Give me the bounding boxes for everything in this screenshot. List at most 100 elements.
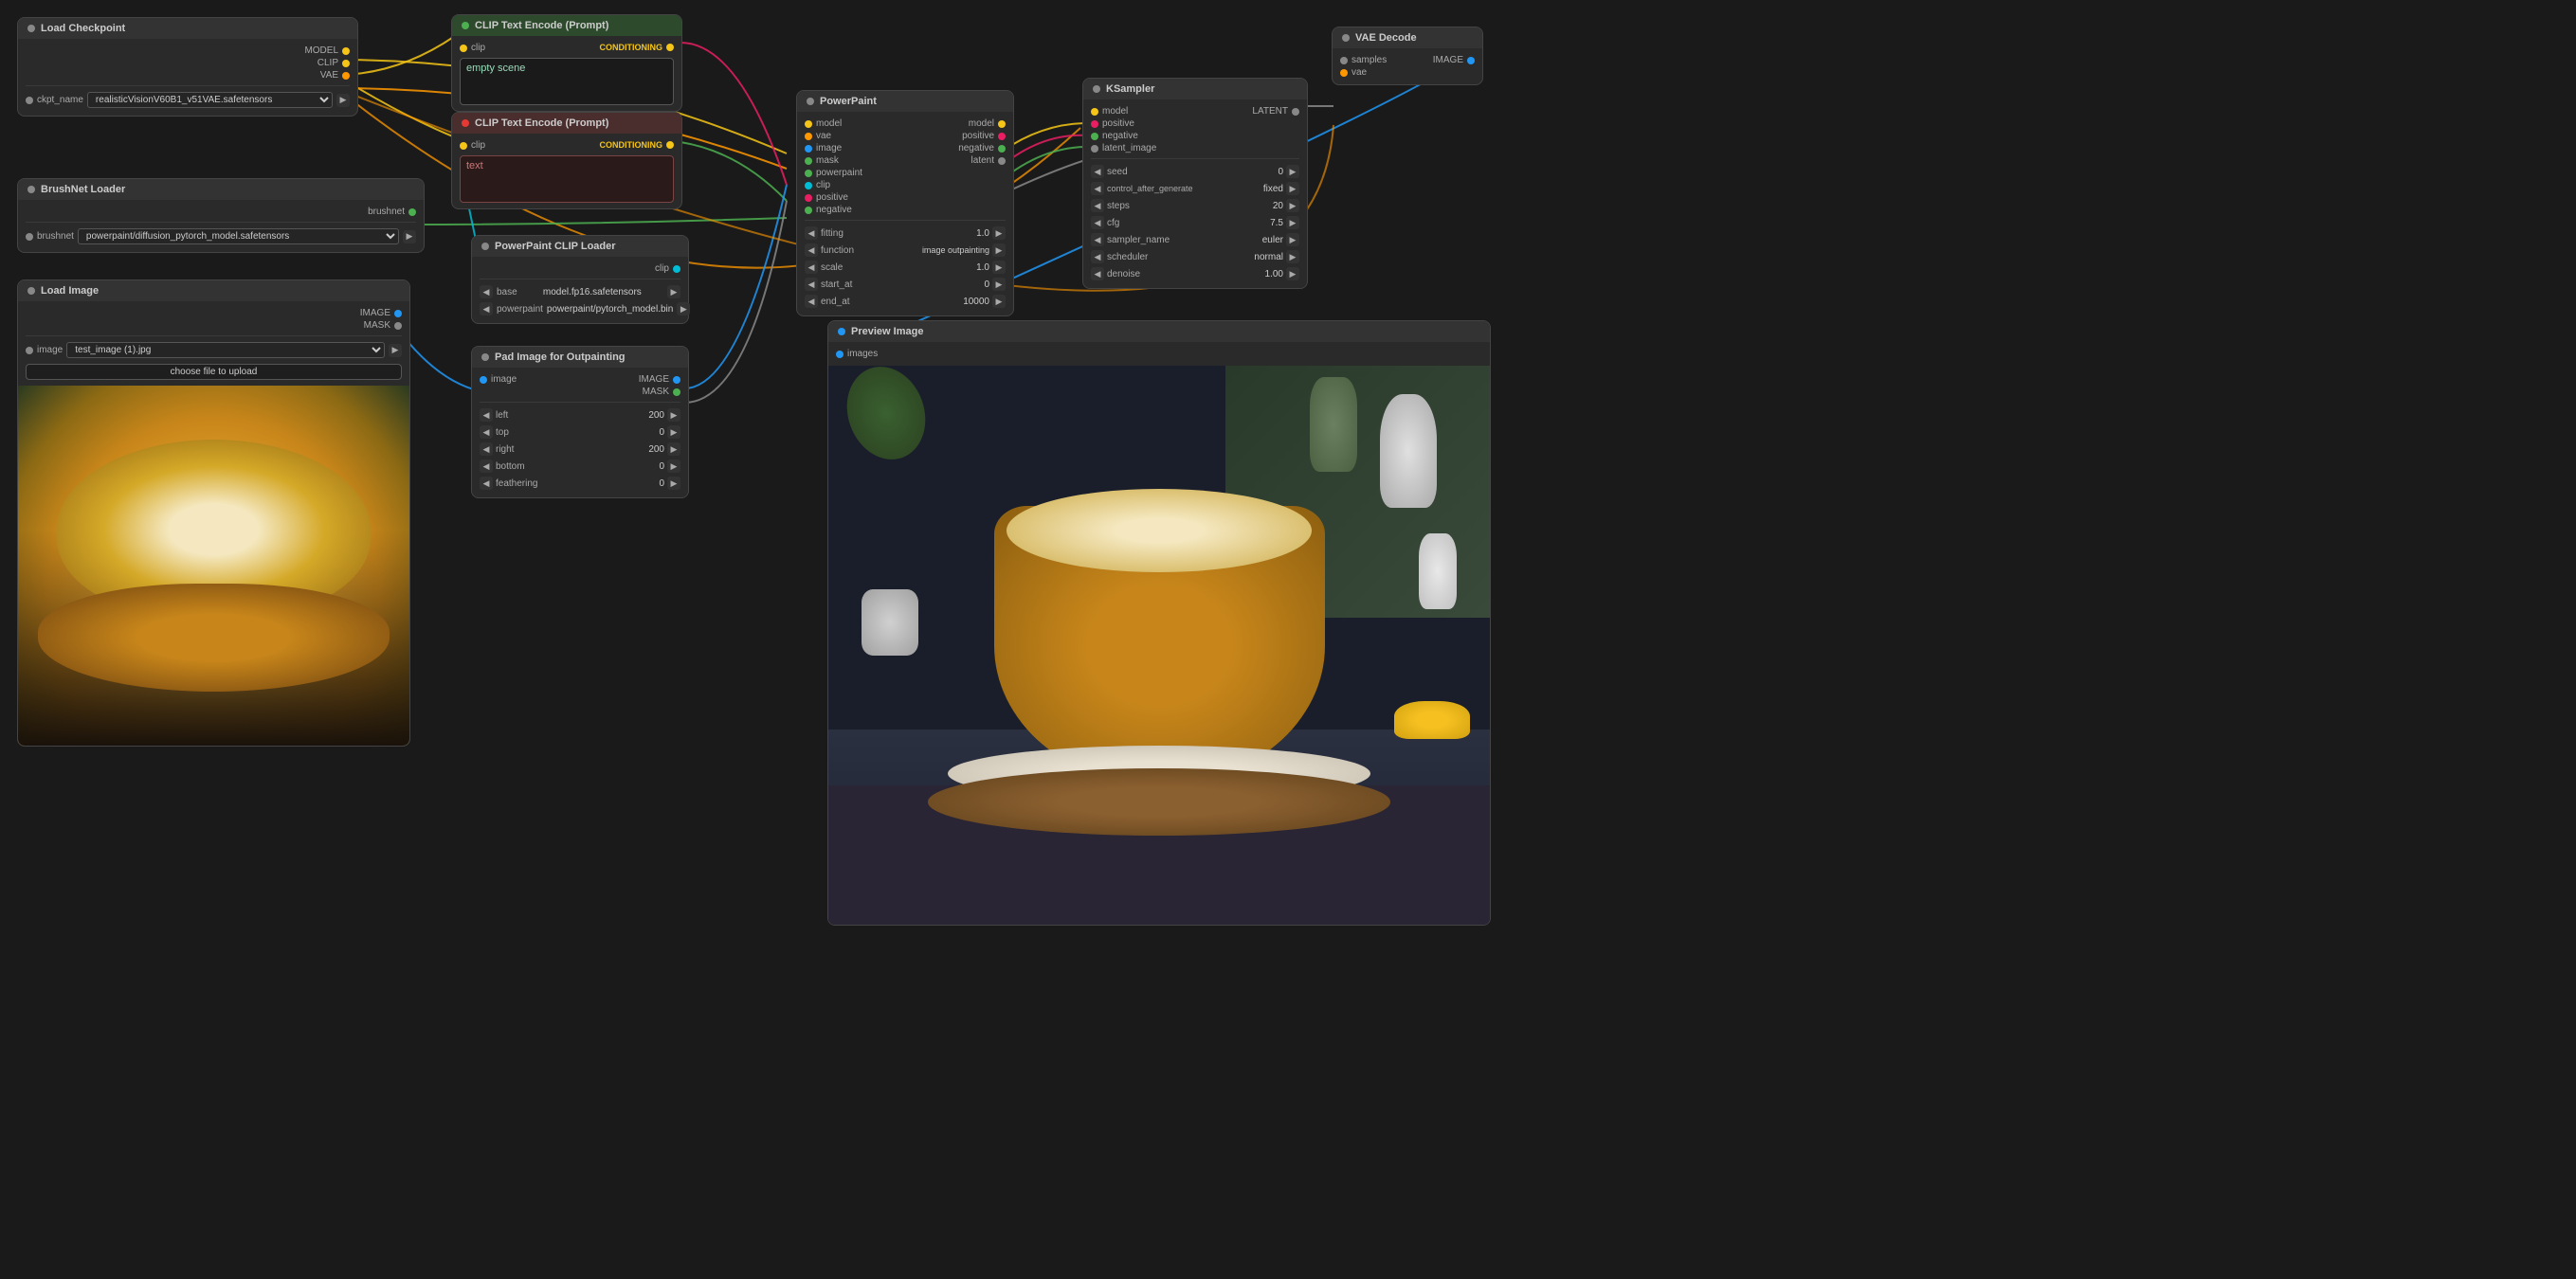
ks-pos-in-row: positive — [1091, 117, 1134, 130]
pad-left-left[interactable]: ◀ — [480, 408, 493, 422]
ckpt-input-port[interactable] — [26, 97, 33, 104]
ks-latent-out-port[interactable] — [1292, 108, 1299, 116]
pp-base-left[interactable]: ◀ — [480, 285, 493, 298]
pad-image-out-port[interactable] — [673, 376, 680, 384]
pp-scale-right[interactable]: ▶ — [992, 261, 1006, 274]
image-in-port[interactable] — [26, 347, 33, 354]
pp-ppaint-in-port[interactable] — [805, 170, 812, 177]
pp-model-in-port[interactable] — [805, 120, 812, 128]
pp-scale-left[interactable]: ◀ — [805, 261, 818, 274]
pad-image-title: Pad Image for Outpainting — [495, 351, 626, 363]
clip1-cond-port[interactable] — [666, 44, 674, 51]
pad-bottom-right[interactable]: ▶ — [667, 459, 680, 473]
ks-cag-right[interactable]: ▶ — [1286, 182, 1299, 195]
pad-right-right[interactable]: ▶ — [667, 442, 680, 456]
pp-function-left[interactable]: ◀ — [805, 243, 818, 257]
pad-right-left[interactable]: ◀ — [480, 442, 493, 456]
pp-end-right[interactable]: ▶ — [992, 295, 1006, 308]
ks-steps-row: ◀ steps 20 ▶ — [1091, 197, 1299, 214]
ks-steps-left[interactable]: ◀ — [1091, 199, 1104, 212]
vd-image-out-port[interactable] — [1467, 57, 1475, 64]
clip2-cond-port[interactable] — [666, 141, 674, 149]
image-select[interactable]: test_image (1).jpg — [66, 342, 385, 358]
pp-positive-out-port[interactable] — [998, 133, 1006, 140]
pp-fitting-right[interactable]: ▶ — [992, 226, 1006, 240]
ks-latent-in-port[interactable] — [1091, 145, 1098, 153]
pp-model-out-port[interactable] — [998, 120, 1006, 128]
pp-start-right[interactable]: ▶ — [992, 278, 1006, 291]
image-arrow[interactable]: ▶ — [389, 344, 402, 357]
node-status-dot — [27, 25, 35, 32]
mask-out-port[interactable] — [394, 322, 402, 330]
ckpt-select[interactable]: realisticVisionV60B1_v51VAE.safetensors — [87, 92, 333, 108]
pi-images-in-port[interactable] — [836, 351, 844, 358]
ks-seed-right[interactable]: ▶ — [1286, 165, 1299, 178]
ks-sampler-right[interactable]: ▶ — [1286, 233, 1299, 246]
pp-clip-in-port[interactable] — [805, 182, 812, 189]
ks-steps-right[interactable]: ▶ — [1286, 199, 1299, 212]
ks-cfg-left[interactable]: ◀ — [1091, 216, 1104, 229]
pp-positive-in-port[interactable] — [805, 194, 812, 202]
vae-decode-status-dot — [1342, 34, 1350, 42]
vd-vae-in-port[interactable] — [1340, 69, 1348, 77]
brushnet-arrow[interactable]: ▶ — [403, 230, 416, 243]
pp-clip-out-port[interactable] — [673, 265, 680, 273]
vd-samples-in-port[interactable] — [1340, 57, 1348, 64]
ks-cfg-right[interactable]: ▶ — [1286, 216, 1299, 229]
ks-scheduler-right[interactable]: ▶ — [1286, 250, 1299, 263]
pp-pp-left[interactable]: ◀ — [480, 302, 493, 315]
pad-image-in-port[interactable] — [480, 376, 487, 384]
pp-clip-out-row: clip — [655, 262, 680, 275]
pp-fitting-left[interactable]: ◀ — [805, 226, 818, 240]
ks-denoise-left[interactable]: ◀ — [1091, 267, 1104, 280]
upload-button[interactable]: choose file to upload — [26, 364, 402, 380]
clip1-status-dot — [462, 22, 469, 29]
ks-cag-left[interactable]: ◀ — [1091, 182, 1104, 195]
ks-sampler-left[interactable]: ◀ — [1091, 233, 1104, 246]
pad-feathering-right[interactable]: ▶ — [667, 477, 680, 490]
vae-output-port[interactable] — [342, 72, 350, 80]
pp-vae-in-port[interactable] — [805, 133, 812, 140]
clip2-text[interactable]: text — [460, 155, 674, 203]
pp-function-right[interactable]: ▶ — [992, 243, 1006, 257]
ks-denoise-value: 1.00 — [1255, 269, 1283, 279]
clip1-text[interactable]: empty scene — [460, 58, 674, 105]
pp-negative-out-port[interactable] — [998, 145, 1006, 153]
pp-base-right[interactable]: ▶ — [667, 285, 680, 298]
brushnet-select[interactable]: powerpaint/diffusion_pytorch_model.safet… — [78, 228, 399, 244]
pad-image-out-row: IMAGE — [639, 373, 680, 386]
clip2-in-port[interactable] — [460, 142, 467, 150]
pad-mask-out-port[interactable] — [673, 388, 680, 396]
ks-seed-left[interactable]: ◀ — [1091, 165, 1104, 178]
ks-scheduler-left[interactable]: ◀ — [1091, 250, 1104, 263]
pp-mask-in-port[interactable] — [805, 157, 812, 165]
image-out-port[interactable] — [394, 310, 402, 317]
clip-output-port[interactable] — [342, 60, 350, 67]
ks-pos-in-port[interactable] — [1091, 120, 1098, 128]
brushnet-output-row: brushnet — [368, 206, 416, 218]
ckpt-arrow[interactable]: ▶ — [336, 94, 350, 107]
brushnet-in-port[interactable] — [26, 233, 33, 241]
model-output-port[interactable] — [342, 47, 350, 55]
ks-seed-row: ◀ seed 0 ▶ — [1091, 163, 1299, 180]
pad-left-right[interactable]: ▶ — [667, 408, 680, 422]
pad-top-left[interactable]: ◀ — [480, 425, 493, 439]
pp-image-in-port[interactable] — [805, 145, 812, 153]
pad-top-right[interactable]: ▶ — [667, 425, 680, 439]
pp-negative-in-port[interactable] — [805, 207, 812, 214]
pad-feathering-left[interactable]: ◀ — [480, 477, 493, 490]
vae-decode-header: VAE Decode — [1333, 27, 1482, 48]
pp-latent-out-port[interactable] — [998, 157, 1006, 165]
ks-denoise-right[interactable]: ▶ — [1286, 267, 1299, 280]
brushnet-out-port[interactable] — [408, 208, 416, 216]
pp-start-left[interactable]: ◀ — [805, 278, 818, 291]
pad-bottom-left[interactable]: ◀ — [480, 459, 493, 473]
clip1-in-port[interactable] — [460, 45, 467, 52]
image-field-label: image — [37, 345, 63, 355]
ks-cfg-value: 7.5 — [1255, 218, 1283, 228]
pp-pp-right[interactable]: ▶ — [677, 302, 690, 315]
ks-model-in-port[interactable] — [1091, 108, 1098, 116]
ks-neg-in-port[interactable] — [1091, 133, 1098, 140]
brushnet-outputs: brushnet — [368, 206, 416, 218]
pp-end-left[interactable]: ◀ — [805, 295, 818, 308]
